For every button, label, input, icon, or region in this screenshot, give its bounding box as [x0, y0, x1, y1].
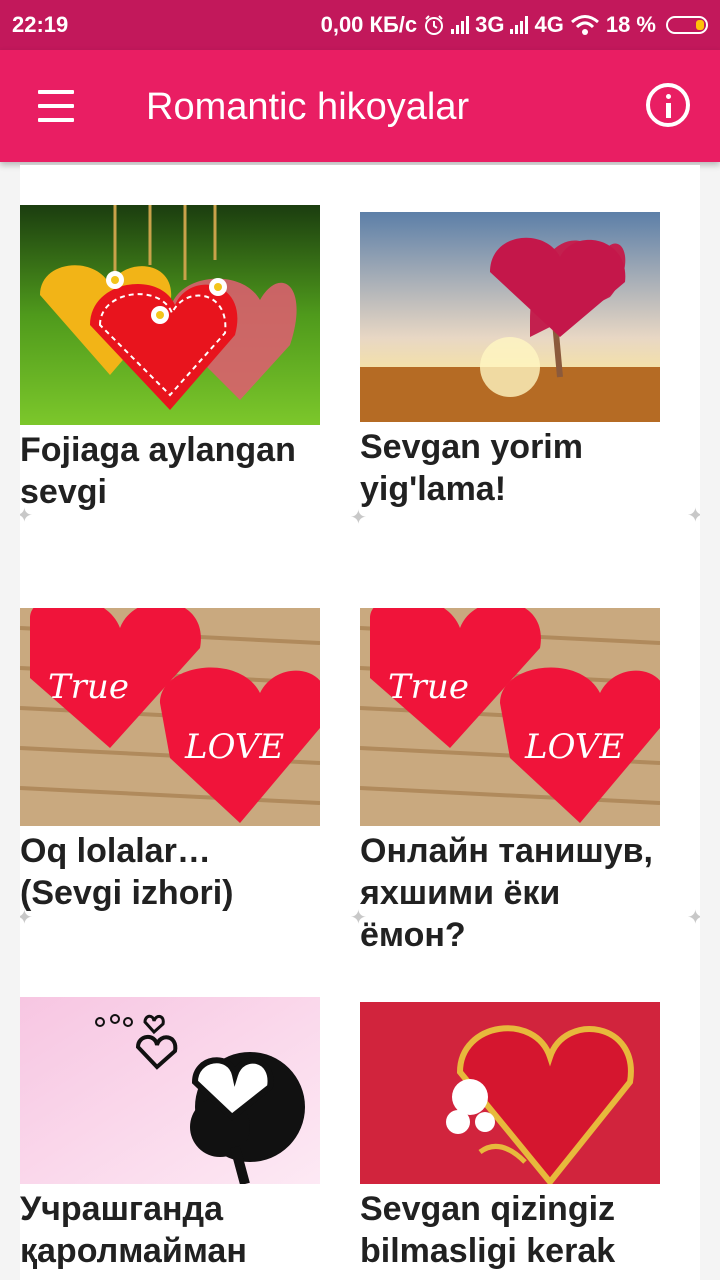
signal-icon-2 — [510, 16, 529, 34]
story-image-hanging-hearts — [20, 205, 320, 425]
love-text: LOVE — [184, 727, 284, 767]
sparkle-decoration: ✦ — [350, 907, 367, 929]
story-card[interactable]: True LOVE Онлайн танишув, яхшими ёки ёмо… — [360, 608, 660, 956]
status-icons: 0,00 КБ/с 3G 4G 18 % — [321, 12, 708, 38]
story-grid: Fojiaga aylangan sevgi Sevgan yorim yig'… — [20, 165, 700, 1280]
alarm-icon — [425, 15, 444, 35]
battery-percent: 18 % — [605, 12, 656, 37]
sparkle-decoration: ✦ — [20, 907, 33, 929]
story-image-heart-tree — [360, 212, 660, 422]
sparkle-decoration: ✦ — [687, 907, 700, 929]
story-card[interactable]: Fojiaga aylangan sevgi — [20, 205, 320, 513]
info-icon[interactable] — [646, 83, 690, 127]
story-title: Sevgan qizingiz bilmasligi kerak — [360, 1190, 616, 1270]
status-time: 22:19 — [12, 12, 69, 37]
sparkle-decoration: ✦ — [687, 505, 700, 527]
network-type-1: 3G — [475, 12, 505, 37]
story-image-silhouette-hearts — [20, 997, 320, 1184]
story-title: Fojiaga aylangan sevgi — [20, 431, 296, 511]
sparkle-decoration: ✦ — [20, 505, 33, 527]
story-title: Oq lolalar… (Sevgi izhori) — [20, 832, 234, 912]
signal-icon — [451, 16, 470, 34]
true-text: True — [388, 667, 469, 707]
story-card[interactable]: Учрашганда қаролмайман — [20, 997, 320, 1272]
wifi-icon — [570, 15, 599, 35]
story-card[interactable]: Sevgan yorim yig'lama! — [360, 212, 660, 510]
hamburger-menu-icon[interactable] — [34, 90, 78, 124]
page-title: Romantic hikoyalar — [146, 86, 470, 128]
network-speed: 0,00 КБ/с — [320, 12, 418, 37]
story-card[interactable]: True LOVE Oq lolalar… (Sevgi izhori) — [20, 608, 320, 914]
true-text: True — [48, 667, 129, 707]
app-bar: Romantic hikoyalar — [0, 50, 720, 162]
story-title: Учрашганда қаролмайман — [20, 1190, 247, 1270]
story-card[interactable]: Sevgan qizingiz bilmasligi kerak — [360, 1002, 660, 1272]
network-type-2: 4G — [534, 12, 564, 37]
sparkle-decoration: ✦ — [350, 507, 367, 529]
story-image-true-love: True LOVE — [20, 608, 320, 826]
love-text: LOVE — [524, 727, 624, 767]
battery-icon — [666, 16, 708, 34]
story-image-true-love: True LOVE — [360, 608, 660, 826]
story-title: Sevgan yorim yig'lama! — [360, 428, 583, 508]
status-bar: 22:19 0,00 КБ/с 3G 4G 18 % — [0, 0, 720, 50]
story-image-golden-heart — [360, 1002, 660, 1184]
story-title: Онлайн танишув, яхшими ёки ёмон? — [360, 832, 653, 954]
